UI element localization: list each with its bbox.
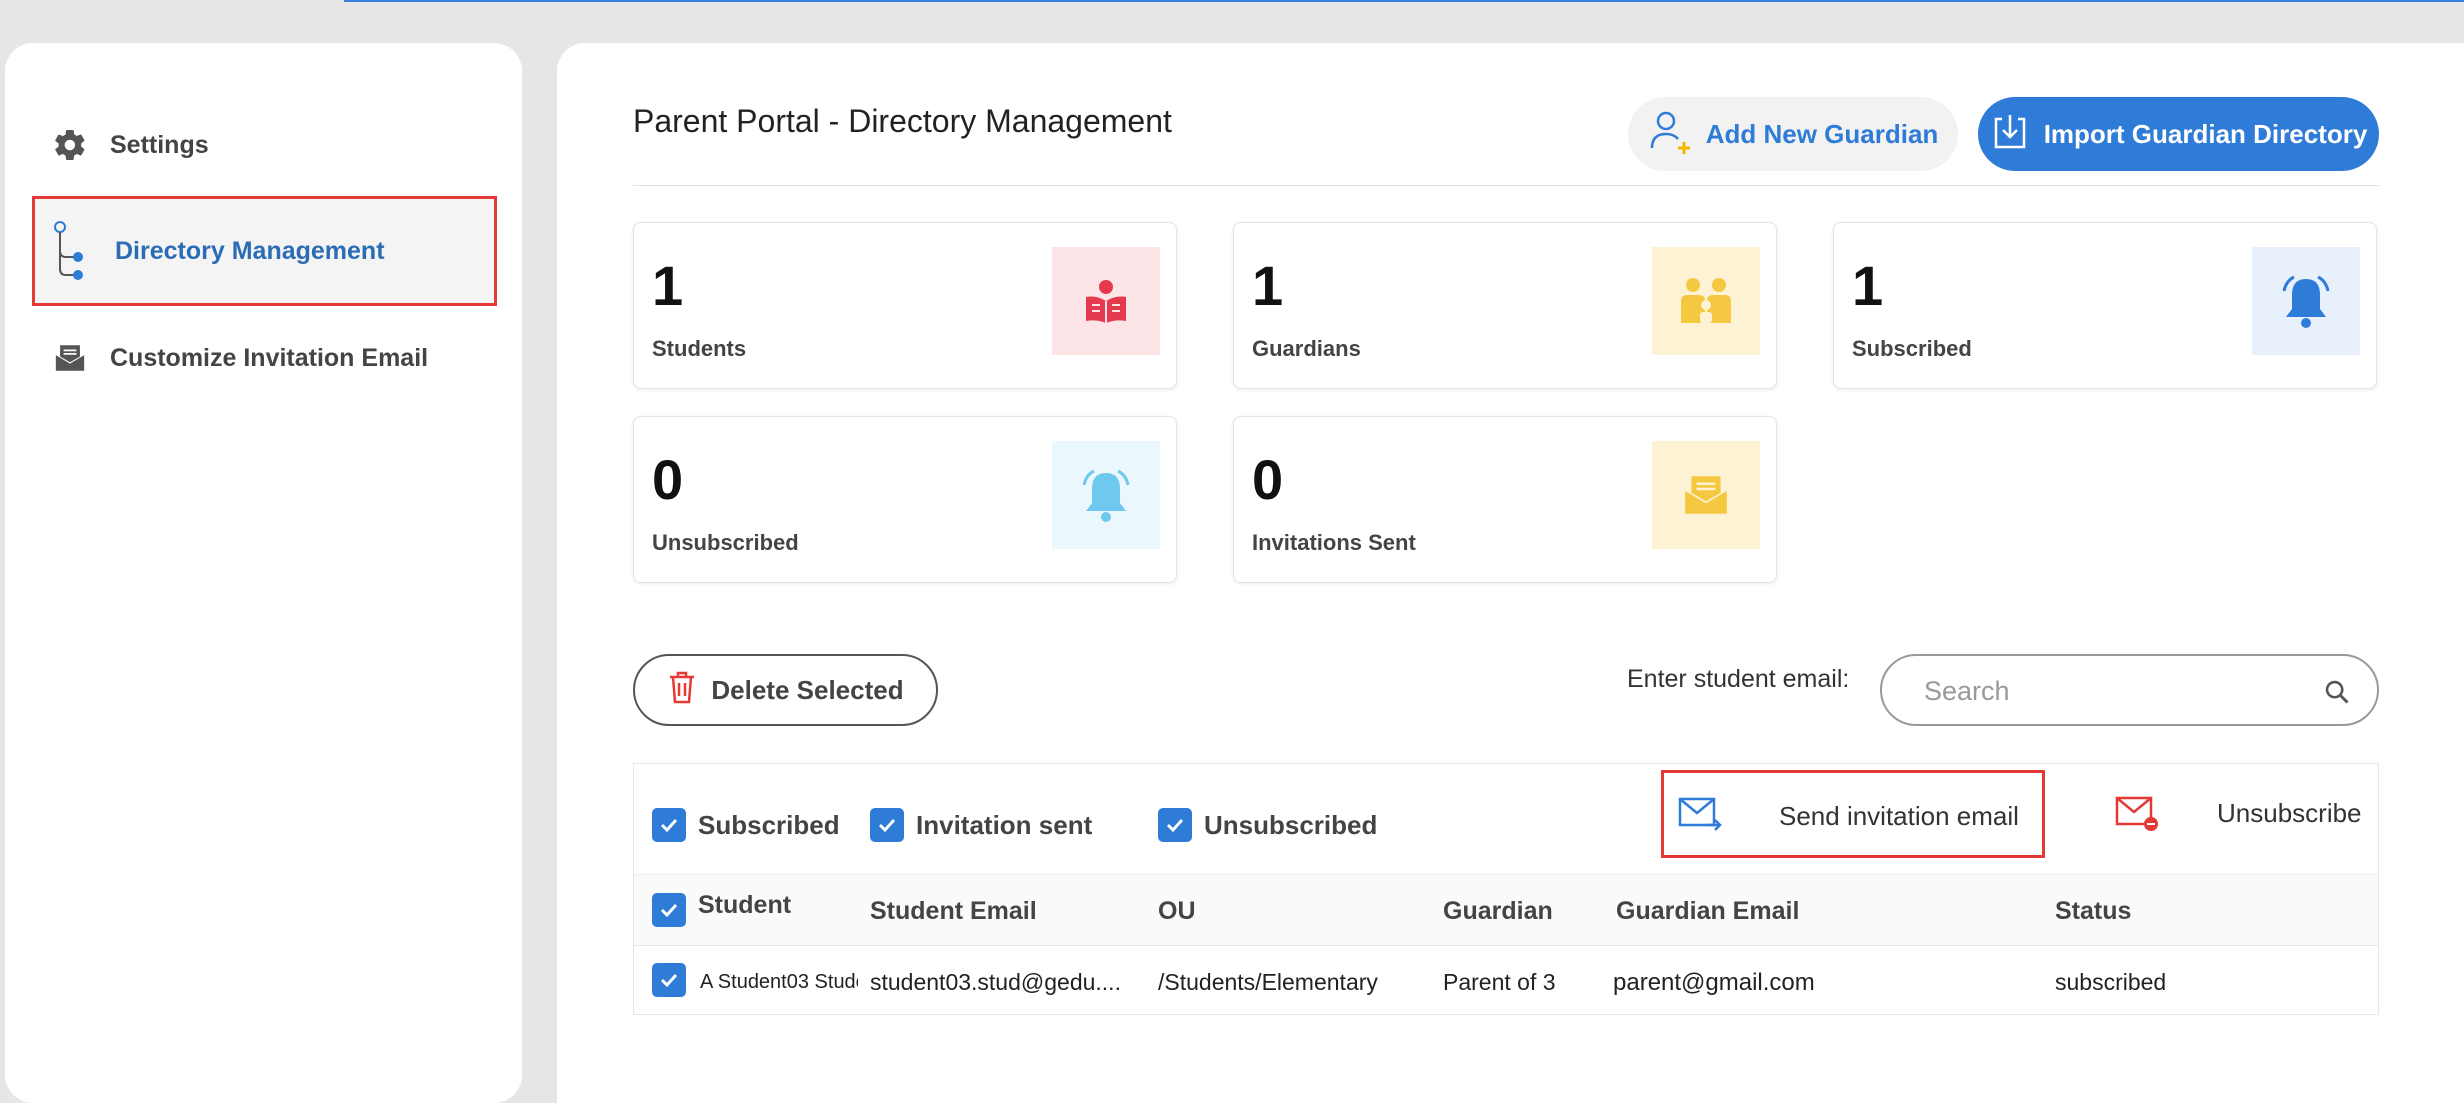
cell-guardian-email: parent@gmail.com xyxy=(1613,969,1815,996)
page-title: Parent Portal - Directory Management xyxy=(633,103,1172,139)
bell-icon xyxy=(2252,247,2360,355)
sidebar-item-directory-management[interactable]: Directory Management xyxy=(32,196,497,306)
filter-invitation-sent[interactable]: Invitation sent xyxy=(870,808,1092,842)
import-guardian-directory-label: Import Guardian Directory xyxy=(2043,118,2368,149)
search-input[interactable] xyxy=(1922,666,2306,716)
search-field[interactable] xyxy=(1880,654,2379,726)
column-header-student[interactable]: Student xyxy=(698,891,791,920)
sidebar: Settings Directory Management Customize … xyxy=(5,43,522,1103)
import-icon xyxy=(1990,111,2030,158)
stat-label: Subscribed xyxy=(1852,336,1972,361)
stat-card-students: 1 Students xyxy=(633,222,1177,389)
search-label: Enter student email: xyxy=(1627,665,1850,693)
stat-label: Invitations Sent xyxy=(1252,530,1416,555)
send-invitation-label: Send invitation email xyxy=(1779,801,2019,831)
stat-card-invitations-sent: 0 Invitations Sent xyxy=(1233,416,1777,583)
filter-subscribed[interactable]: Subscribed xyxy=(652,808,840,842)
stat-card-subscribed: 1 Subscribed xyxy=(1833,222,2377,389)
filter-unsubscribed[interactable]: Unsubscribed xyxy=(1158,808,1377,842)
stat-value: 1 xyxy=(1852,254,1884,317)
sidebar-item-label: Directory Management xyxy=(115,236,385,265)
family-icon xyxy=(1652,247,1760,355)
cell-status: subscribed xyxy=(2055,969,2167,995)
cell-guardian: Parent of 3 xyxy=(1443,969,1556,995)
filter-label: Unsubscribed xyxy=(1204,809,1378,840)
checkbox[interactable] xyxy=(652,808,686,842)
column-header-guardian-email[interactable]: Guardian Email xyxy=(1616,897,1799,926)
import-guardian-directory-button[interactable]: Import Guardian Directory xyxy=(1978,97,2379,171)
sidebar-item-settings[interactable]: Settings xyxy=(30,95,495,195)
table-row[interactable]: A Student03 Student student03.stud@gedu.… xyxy=(634,945,2378,1015)
stat-label: Students xyxy=(652,336,747,361)
stat-label: Guardians xyxy=(1252,336,1361,361)
stat-label: Unsubscribed xyxy=(652,530,799,555)
add-user-icon xyxy=(1648,108,1694,161)
mail-send-icon xyxy=(1678,795,1722,838)
column-header-student-email[interactable]: Student Email xyxy=(870,897,1037,926)
header-divider xyxy=(633,185,2379,186)
delete-selected-button[interactable]: Delete Selected xyxy=(633,654,938,726)
cell-student-email: student03.stud@gedu.... xyxy=(870,969,1121,995)
stat-card-guardians: 1 Guardians xyxy=(1233,222,1777,389)
filter-label: Invitation sent xyxy=(916,809,1093,840)
stat-value: 0 xyxy=(1252,448,1284,511)
stat-value: 0 xyxy=(652,448,684,511)
mail-open-icon xyxy=(1652,441,1760,549)
student-reading-icon xyxy=(1052,247,1160,355)
filter-row: Subscribed Invitation sent Unsubscribed … xyxy=(634,764,2378,874)
column-header-ou[interactable]: OU xyxy=(1158,897,1196,926)
unsubscribe-button[interactable]: Unsubscribe xyxy=(2217,798,2362,829)
sidebar-item-label: Customize Invitation Email xyxy=(110,343,429,372)
cell-student: A Student03 Student xyxy=(700,971,858,993)
trash-icon xyxy=(667,670,697,711)
row-checkbox[interactable] xyxy=(652,963,686,997)
mail-unsubscribe-icon[interactable] xyxy=(2115,794,2159,837)
column-header-status[interactable]: Status xyxy=(2055,897,2131,926)
table-header-row: Student Student Email OU Guardian Guardi… xyxy=(634,874,2378,946)
cell-ou: /Students/Elementary xyxy=(1158,969,1378,995)
send-invitation-email-button[interactable]: Send invitation email xyxy=(1661,770,2045,858)
bell-icon xyxy=(1052,441,1160,549)
checkbox[interactable] xyxy=(870,808,904,842)
gear-icon xyxy=(50,125,90,165)
filter-label: Subscribed xyxy=(698,809,840,840)
search-icon[interactable] xyxy=(2323,678,2351,711)
guardian-table: Subscribed Invitation sent Unsubscribed … xyxy=(633,763,2379,1015)
tree-icon xyxy=(49,221,95,281)
stat-value: 1 xyxy=(652,254,684,317)
sidebar-item-customize-invitation-email[interactable]: Customize Invitation Email xyxy=(30,308,495,408)
delete-selected-label: Delete Selected xyxy=(711,674,904,705)
top-progress-line xyxy=(344,0,2464,2)
stat-value: 1 xyxy=(1252,254,1284,317)
add-new-guardian-button[interactable]: Add New Guardian xyxy=(1628,97,1958,171)
add-new-guardian-label: Add New Guardian xyxy=(1705,118,1939,149)
mail-open-icon xyxy=(50,338,90,378)
checkbox[interactable] xyxy=(1158,808,1192,842)
stat-card-unsubscribed: 0 Unsubscribed xyxy=(633,416,1177,583)
column-header-guardian[interactable]: Guardian xyxy=(1443,897,1553,926)
select-all-checkbox[interactable] xyxy=(652,893,686,927)
sidebar-item-label: Settings xyxy=(110,130,209,159)
